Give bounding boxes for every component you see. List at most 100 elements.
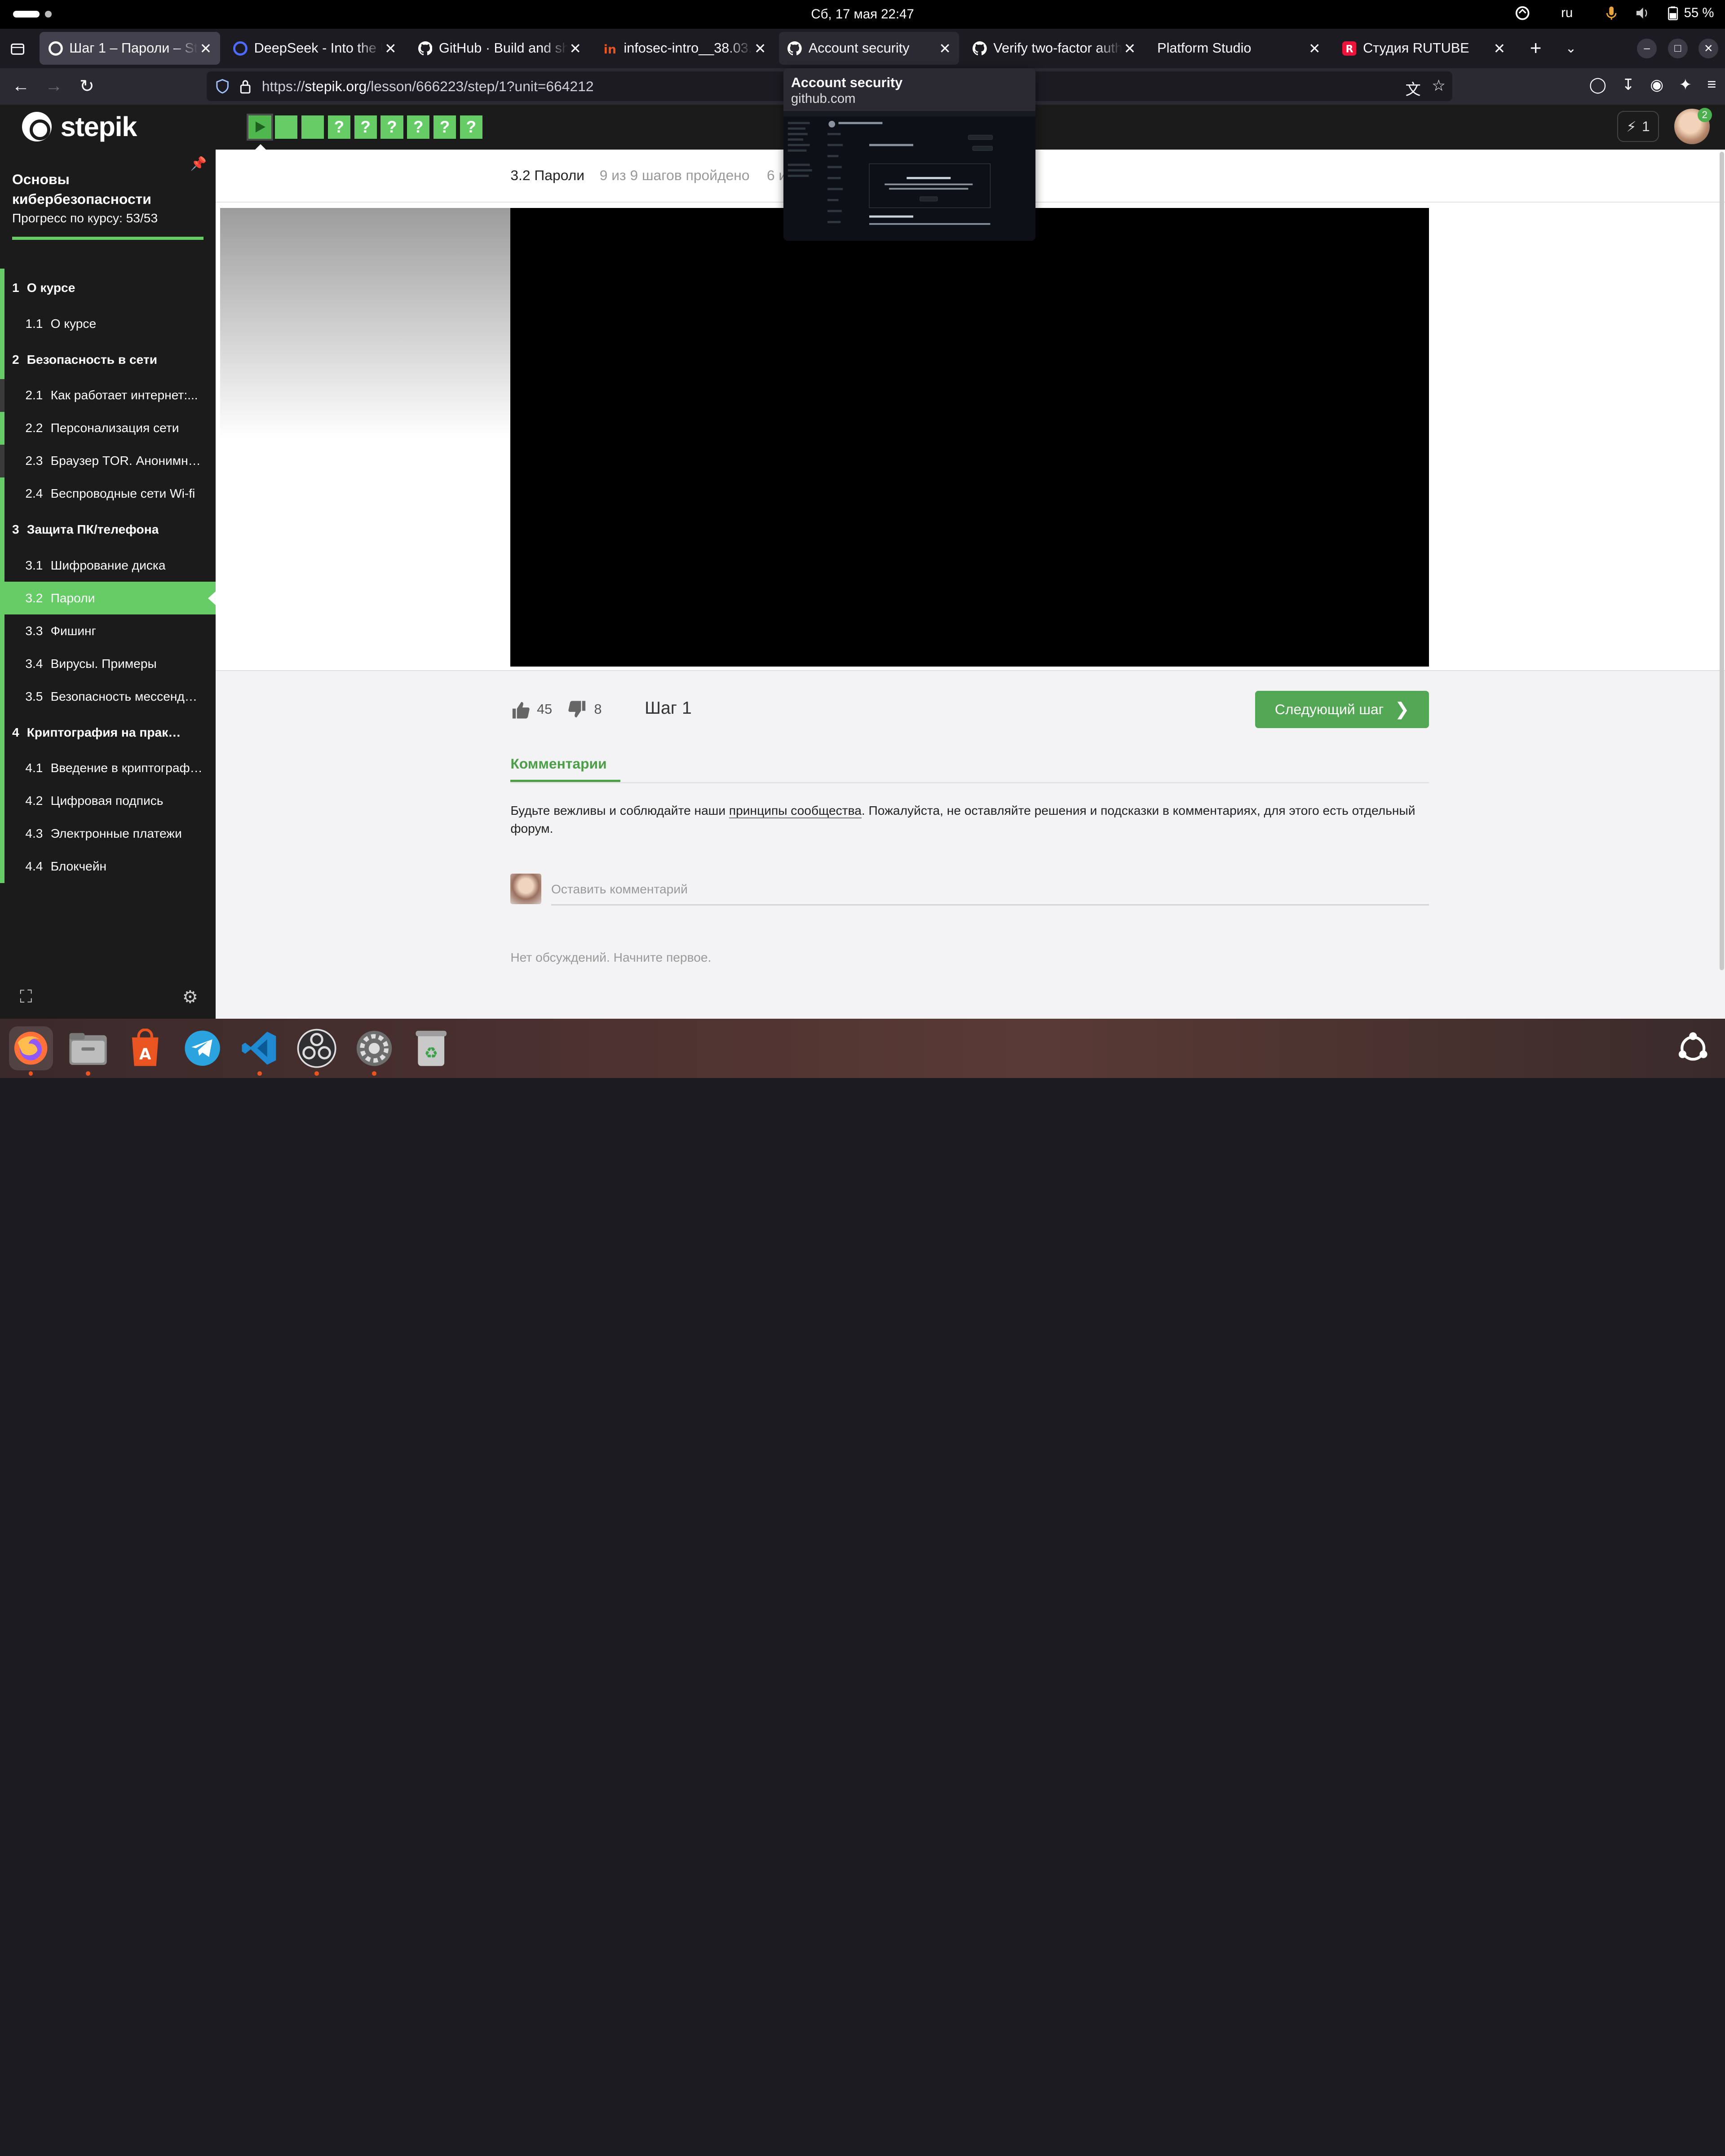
toc-section[interactable]: 3 Защита ПК/телефона [0, 510, 216, 549]
tracking-protection-icon[interactable] [215, 79, 230, 94]
toc-lesson[interactable]: 4.2 Цифровая подпись [0, 784, 216, 817]
toc-lesson[interactable]: 2.2 Персонализация сети [0, 411, 216, 445]
system-tray[interactable]: ru 55 % [1515, 5, 1714, 21]
close-tab-icon[interactable]: ✕ [1307, 40, 1322, 57]
step-video-current[interactable] [247, 114, 273, 141]
downloads-icon[interactable]: ↧ [1622, 76, 1635, 94]
toc-lesson[interactable]: 3.2 Пароли [0, 582, 216, 615]
menu-icon[interactable]: ≡ [1707, 76, 1716, 94]
close-tab-icon[interactable]: ✕ [1492, 40, 1507, 57]
play-icon [255, 121, 265, 133]
bookmark-star-icon[interactable]: ☆ [1432, 77, 1446, 99]
comments-tab[interactable]: Комментарии [510, 755, 606, 772]
energy-counter[interactable]: ⚡ 1 [1617, 111, 1659, 142]
browser-tab[interactable]: Account security ✕ [778, 32, 960, 65]
like-button[interactable]: 45 [510, 700, 552, 720]
toc-lesson[interactable]: 2.3 Браузер TOR. Анонимность [0, 444, 216, 477]
step-tile[interactable]: ? [407, 115, 430, 139]
files-icon[interactable] [66, 1026, 110, 1076]
forward-button[interactable]: → [37, 70, 70, 103]
account-icon[interactable]: ◉ [1650, 76, 1663, 94]
reload-button[interactable]: ↻ [71, 70, 103, 103]
step-tile[interactable]: ? [327, 115, 350, 139]
toc-section[interactable]: 4 Криптография на практике [0, 713, 216, 752]
translate-icon[interactable]: 文 [1406, 77, 1421, 99]
svg-text:A: A [139, 1045, 151, 1063]
dislike-button[interactable]: 8 [568, 700, 602, 720]
course-title[interactable]: Основы кибербезопасности [12, 169, 199, 209]
browser-tab[interactable]: R Студия RUTUBE ✕ [1333, 32, 1514, 65]
step-tile[interactable] [301, 115, 324, 139]
browser-tab[interactable]: Platform Studio ✕ [1149, 32, 1329, 65]
community-rules-link[interactable]: принципы сообщества [729, 804, 862, 819]
battery-percentage: 55 % [1684, 5, 1714, 21]
show-apps-icon[interactable] [1676, 1032, 1709, 1065]
browser-tab[interactable]: Verify two-factor authentication✕ [964, 32, 1144, 65]
update-icon[interactable] [1515, 5, 1530, 21]
close-tab-icon[interactable]: ✕ [383, 40, 398, 57]
toc-lesson[interactable]: 3.1 Шифрование диска [0, 549, 216, 582]
battery-indicator[interactable]: 55 % [1665, 5, 1714, 21]
step-tile[interactable]: ? [380, 115, 403, 139]
close-tab-icon[interactable]: ✕ [937, 40, 952, 57]
trash-icon[interactable]: ♻ [409, 1026, 453, 1070]
toc-section[interactable]: 1 О курсе [0, 268, 216, 308]
close-tab-icon[interactable]: ✕ [1122, 40, 1137, 57]
fullscreen-icon[interactable]: ⛶ [20, 987, 32, 1007]
lock-icon[interactable] [238, 79, 253, 94]
browser-tab[interactable]: in infosec-intro__38.03.05✕ [594, 32, 774, 65]
maximize-button[interactable]: □ [1668, 38, 1688, 58]
step-tile[interactable]: ? [460, 115, 482, 139]
toc-lesson[interactable]: 4.3 Электронные платежи [0, 817, 216, 850]
microphone-icon[interactable] [1604, 5, 1619, 21]
new-tab-button[interactable]: + [1518, 37, 1553, 60]
close-tab-icon[interactable]: ✕ [198, 40, 213, 57]
app-center-icon[interactable]: A [123, 1026, 167, 1070]
toc-label: Безопасность мессенджеров [50, 689, 205, 703]
browser-tab[interactable]: DeepSeek - Into the Unknown✕ [225, 32, 405, 65]
clock[interactable]: Сб, 17 мая 22:47 [0, 7, 1725, 22]
close-tab-icon[interactable]: ✕ [568, 40, 583, 57]
vscode-icon[interactable] [238, 1026, 282, 1076]
notification-badge[interactable]: 2 [1697, 107, 1712, 122]
github-icon [787, 41, 802, 56]
settings-gear-icon[interactable]: ⚙ [182, 987, 198, 1007]
browser-tab[interactable]: GitHub · Build and ship software✕ [409, 32, 590, 65]
thumbs-down-icon [568, 700, 585, 717]
url-text[interactable]: https://stepik.org/lesson/666223/step/1?… [262, 78, 594, 95]
obs-icon[interactable] [295, 1026, 339, 1076]
pocket-icon[interactable]: ◯ [1589, 76, 1606, 94]
step-tile[interactable]: ? [354, 115, 377, 139]
settings-icon[interactable] [352, 1026, 396, 1076]
video-player[interactable] [510, 208, 1429, 667]
list-all-tabs-button[interactable]: ⌄ [1553, 40, 1588, 56]
volume-icon[interactable] [1634, 5, 1650, 21]
close-window-button[interactable]: ✕ [1698, 38, 1719, 58]
browser-tab[interactable]: Шаг 1 – Пароли – Stepik✕ [40, 32, 220, 65]
toc-lesson[interactable]: 4.1 Введение в криптографию [0, 751, 216, 785]
toc-number: 3.4 [25, 656, 43, 671]
toc-lesson[interactable]: 3.4 Вирусы. Примеры [0, 647, 216, 680]
toc-lesson[interactable]: 3.3 Фишинг [0, 614, 216, 647]
extensions-icon[interactable]: ✦ [1679, 76, 1692, 94]
toc-lesson[interactable]: 2.4 Беспроводные сети Wi-fi [0, 477, 216, 510]
firefox-icon[interactable] [9, 1026, 53, 1076]
stepik-logo[interactable]: stepik [22, 111, 137, 142]
close-tab-icon[interactable]: ✕ [752, 40, 768, 57]
scrollbar[interactable] [1718, 150, 1725, 1019]
toc-lesson[interactable]: 3.5 Безопасность мессенджеров [0, 680, 216, 713]
telegram-icon[interactable] [181, 1026, 225, 1070]
toc-lesson[interactable]: 2.1 Как работает интернет:... [0, 379, 216, 412]
toc-section[interactable]: 2 Безопасность в сети [0, 340, 216, 379]
keyboard-layout[interactable]: ru [1561, 5, 1573, 21]
step-tile[interactable]: ? [433, 115, 456, 139]
back-button[interactable]: ← [4, 70, 37, 103]
toc-lesson[interactable]: 4.4 Блокчейн [0, 850, 216, 883]
toc-lesson[interactable]: 1.1 О курсе [0, 307, 216, 340]
comment-input[interactable]: Оставить комментарий [551, 882, 688, 897]
firefox-view-button[interactable] [0, 29, 35, 68]
next-step-button[interactable]: Следующий шаг ❯ [1255, 690, 1429, 729]
step-tile[interactable] [275, 115, 298, 139]
chevron-right-icon: ❯ [1394, 700, 1410, 720]
minimize-button[interactable]: – [1637, 38, 1657, 58]
